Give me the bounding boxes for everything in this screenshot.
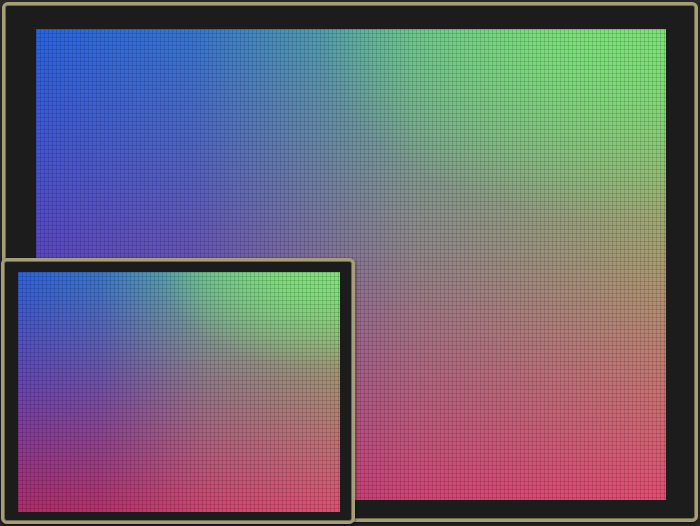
secondary-screen-pixel-grid <box>18 272 340 512</box>
display-arrangement-canvas <box>0 0 700 526</box>
secondary-display-screen <box>18 272 340 512</box>
secondary-display[interactable] <box>1 258 355 524</box>
